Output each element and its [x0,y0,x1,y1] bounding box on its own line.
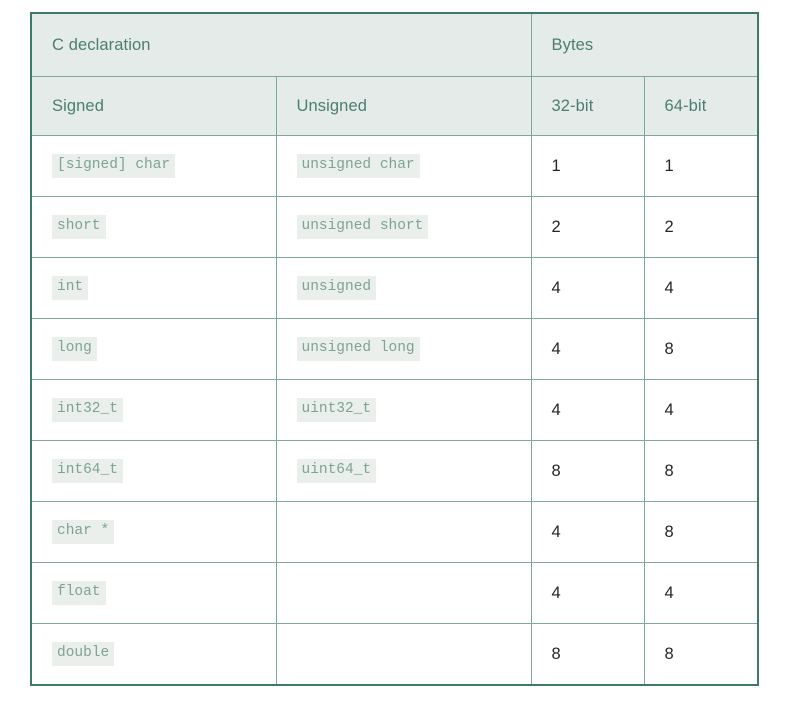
table-head: C declaration Bytes Signed Unsigned 32-b… [30,12,759,136]
cell-unsigned-declaration-token: unsigned [296,276,377,300]
cell-bytes-32bit: 8 [530,623,645,686]
cell-signed-declaration: int [30,257,277,319]
cell-bytes-64bit: 4 [643,379,759,441]
cell-signed-declaration-token: float [52,581,106,605]
cell-unsigned-declaration-token: uint64_t [296,459,377,483]
header-col-unsigned: Unsigned [275,76,532,136]
cell-signed-declaration-token: short [52,215,106,239]
cell-signed-declaration: int32_t [30,379,277,441]
cell-signed-declaration: char * [30,501,277,563]
cell-signed-declaration: [signed] char [30,135,277,197]
cell-signed-declaration: short [30,196,277,258]
cell-signed-declaration: double [30,623,277,686]
table-header-sub-row: Signed Unsigned 32-bit 64-bit [30,76,759,136]
cell-signed-declaration-token: int [52,276,89,300]
table-row: int unsigned 4 4 [30,257,759,319]
cell-signed-declaration-token: char * [52,520,115,544]
cell-bytes-64bit: 4 [643,257,759,319]
cell-bytes-64bit: 8 [643,318,759,380]
table-row: float 4 4 [30,562,759,624]
cell-bytes-32bit: 4 [530,379,645,441]
cell-bytes-32bit: 2 [530,196,645,258]
cell-unsigned-declaration-token: unsigned long [296,337,420,361]
cell-bytes-32bit: 4 [530,562,645,624]
cell-unsigned-declaration-empty [275,562,532,624]
cell-unsigned-declaration: unsigned long [275,318,532,380]
table-row: char * 4 8 [30,501,759,563]
cell-bytes-32bit: 1 [530,135,645,197]
table-row: short unsigned short 2 2 [30,196,759,258]
header-col-32bit: 32-bit [530,76,645,136]
cell-signed-declaration-token: double [52,642,115,666]
cell-signed-declaration-token: int32_t [52,398,123,422]
header-col-signed: Signed [30,76,277,136]
cell-bytes-32bit: 8 [530,440,645,502]
header-group-bytes: Bytes [530,12,759,77]
c-data-type-sizes-table: C declaration Bytes Signed Unsigned 32-b… [30,12,759,686]
cell-bytes-32bit: 4 [530,257,645,319]
cell-signed-declaration: long [30,318,277,380]
cell-bytes-32bit: 4 [530,318,645,380]
cell-signed-declaration: float [30,562,277,624]
cell-bytes-64bit: 8 [643,501,759,563]
table-row: long unsigned long 4 8 [30,318,759,380]
table-row: double 8 8 [30,623,759,686]
document-page: C declaration Bytes Signed Unsigned 32-b… [0,0,800,703]
cell-unsigned-declaration-token: unsigned char [296,154,420,178]
cell-unsigned-declaration-token: uint32_t [296,398,377,422]
cell-bytes-64bit: 2 [643,196,759,258]
cell-bytes-64bit: 8 [643,623,759,686]
header-group-c-declaration: C declaration [30,12,532,77]
cell-unsigned-declaration-empty [275,623,532,686]
table-row: [signed] char unsigned char 1 1 [30,135,759,197]
cell-unsigned-declaration-empty [275,501,532,563]
cell-bytes-64bit: 1 [643,135,759,197]
cell-unsigned-declaration: unsigned char [275,135,532,197]
table-container: C declaration Bytes Signed Unsigned 32-b… [30,12,759,686]
cell-bytes-64bit: 8 [643,440,759,502]
table-row: int64_t uint64_t 8 8 [30,440,759,502]
cell-signed-declaration: int64_t [30,440,277,502]
table-body: [signed] char unsigned char 1 1 short unsigne… [30,135,759,686]
cell-unsigned-declaration: uint32_t [275,379,532,441]
cell-signed-declaration-token: int64_t [52,459,123,483]
table-row: int32_t uint32_t 4 4 [30,379,759,441]
table-header-group-row: C declaration Bytes [30,12,759,77]
cell-bytes-32bit: 4 [530,501,645,563]
cell-bytes-64bit: 4 [643,562,759,624]
cell-unsigned-declaration: unsigned short [275,196,532,258]
header-col-64bit: 64-bit [643,76,759,136]
cell-unsigned-declaration-token: unsigned short [296,215,429,239]
cell-unsigned-declaration: uint64_t [275,440,532,502]
cell-unsigned-declaration: unsigned [275,257,532,319]
cell-signed-declaration-token: long [52,337,97,361]
cell-signed-declaration-token: [signed] char [52,154,176,178]
